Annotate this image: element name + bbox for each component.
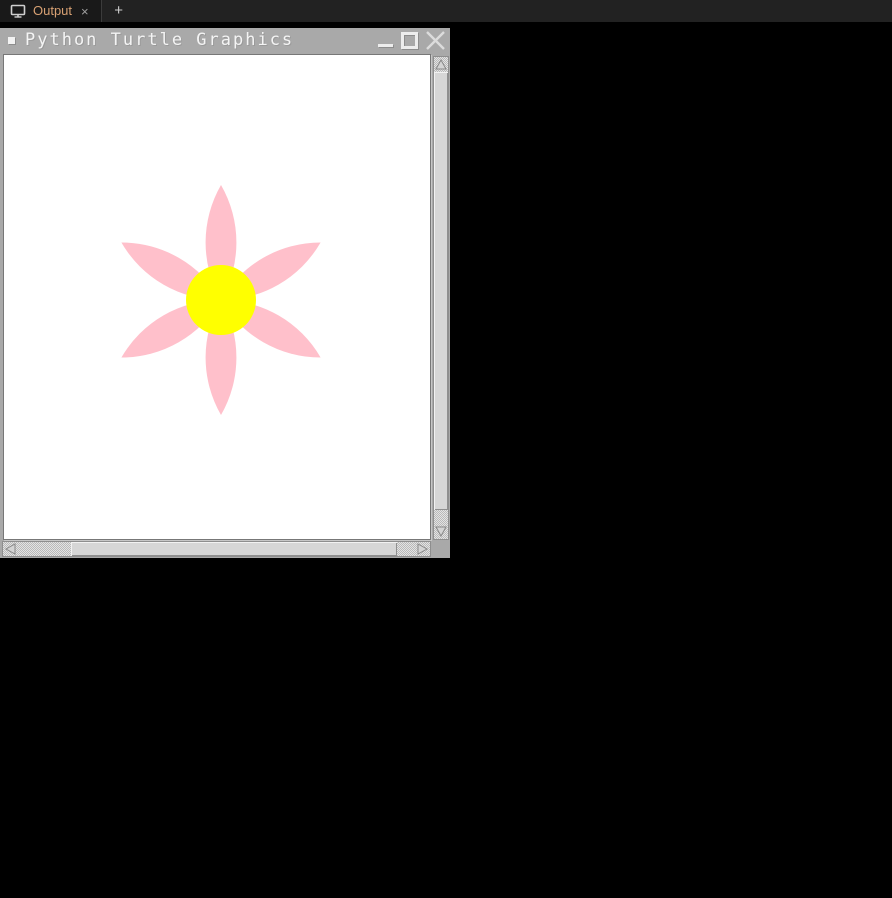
vertical-scroll-track[interactable]	[434, 72, 448, 524]
flower-drawing	[4, 55, 430, 539]
up-arrow-icon	[435, 59, 447, 70]
right-arrow-icon	[417, 543, 428, 555]
horizontal-scroll-track[interactable]	[18, 542, 415, 556]
tab-bar: Output × +	[0, 0, 892, 22]
window-title-bar[interactable]: Python Turtle Graphics	[0, 28, 450, 52]
scroll-left-button[interactable]	[3, 542, 18, 556]
scroll-right-button[interactable]	[415, 542, 430, 556]
horizontal-scroll-thumb[interactable]	[71, 542, 397, 556]
new-tab-button[interactable]: +	[102, 0, 136, 22]
vertical-scrollbar	[433, 56, 449, 540]
tab-output[interactable]: Output ×	[0, 0, 101, 22]
window-menu-icon[interactable]	[8, 37, 15, 44]
turtle-canvas	[3, 54, 431, 540]
close-button[interactable]	[425, 30, 446, 51]
tab-output-label: Output	[33, 0, 72, 22]
close-icon	[427, 32, 444, 49]
scroll-down-button[interactable]	[434, 524, 448, 539]
window-title: Python Turtle Graphics	[25, 30, 377, 50]
minimize-button[interactable]	[377, 31, 394, 49]
down-arrow-icon	[435, 526, 447, 537]
scroll-up-button[interactable]	[434, 57, 448, 72]
window-controls	[377, 30, 446, 51]
horizontal-scrollbar	[2, 541, 431, 557]
turtle-graphics-window: Python Turtle Graphics	[0, 28, 450, 558]
left-arrow-icon	[5, 543, 16, 555]
monitor-icon	[10, 4, 26, 18]
tab-close-icon[interactable]: ×	[79, 4, 91, 19]
maximize-button[interactable]	[401, 32, 418, 49]
vertical-scroll-thumb[interactable]	[434, 72, 448, 510]
minimize-icon	[378, 44, 393, 47]
